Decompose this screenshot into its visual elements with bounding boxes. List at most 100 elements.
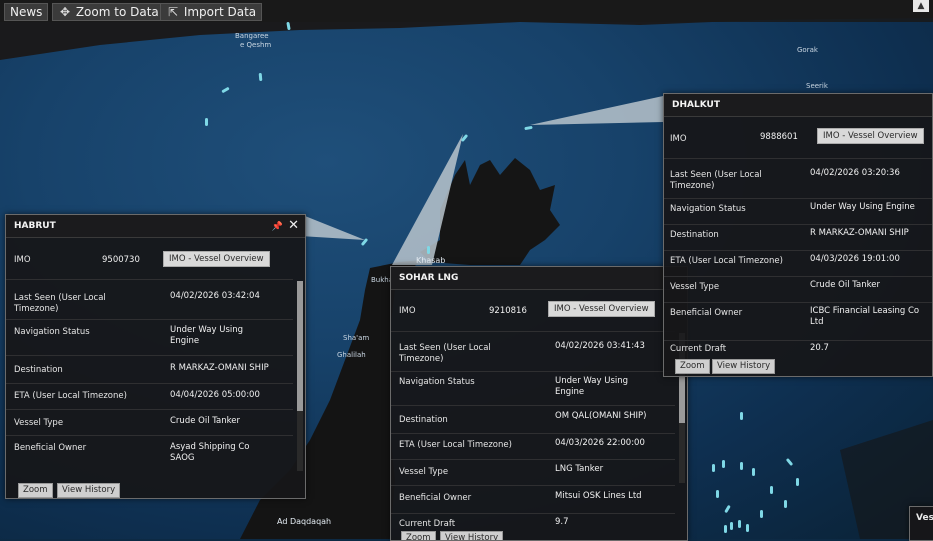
vessel-marker-icon[interactable] (258, 72, 263, 82)
vessel-marker-icon[interactable] (427, 246, 430, 254)
zoom-to-data-button[interactable]: ✥ Zoom to Data (52, 3, 165, 21)
vessel-type-value: LNG Tanker (555, 464, 604, 474)
panel-header: HABRUT 📌 ✕ (6, 215, 305, 238)
vessel-marker-icon[interactable] (770, 486, 773, 494)
field-eta: ETA (User Local Timezone) 04/03/2026 19:… (664, 252, 932, 277)
vessel-marker-icon[interactable] (716, 490, 719, 498)
place-label-bangaree: Bangaree (235, 32, 269, 40)
place-label-ad-daqdaqah: Ad Daqdaqah (277, 517, 332, 526)
field-destination: Destination OM QAL(OMANI SHIP) (391, 407, 675, 434)
eta-value: 04/03/2026 22:00:00 (555, 438, 645, 448)
panel-title: DHALKUT (672, 100, 720, 110)
field-label: IMO (399, 306, 416, 316)
draft-value: 9.7 (555, 517, 569, 527)
panel-title: Ves (916, 513, 933, 523)
field-draft: Current Draft 20.7 (664, 342, 932, 352)
field-label: Navigation Status (14, 327, 90, 337)
place-label-gorak: Gorak (797, 46, 818, 54)
field-label: ETA (User Local Timezone) (670, 256, 783, 266)
field-label: Beneficial Owner (14, 443, 87, 453)
field-label: Last Seen (User Local Timezone) (399, 343, 491, 364)
last-seen-value: 04/02/2026 03:20:36 (810, 168, 900, 178)
vessel-marker-icon[interactable] (740, 412, 743, 420)
eta-value: 04/03/2026 19:01:00 (810, 254, 900, 264)
field-label: Beneficial Owner (670, 308, 743, 318)
owner-value: ICBC Financial Leasing Co Ltd (810, 306, 920, 327)
vessel-type-value: Crude Oil Tanker (810, 280, 880, 290)
vessel-marker-icon[interactable] (746, 524, 749, 532)
import-data-label: Import Data (183, 5, 257, 19)
field-label: Destination (670, 230, 719, 240)
callout-dhalkut (530, 96, 663, 125)
field-label: Vessel Type (14, 418, 64, 428)
field-draft: Current Draft 9.7 (391, 515, 675, 529)
vessel-marker-icon[interactable] (712, 464, 715, 472)
vessel-overview-button[interactable]: IMO - Vessel Overview (817, 128, 924, 144)
expand-icon[interactable]: ▲ (913, 0, 929, 12)
owner-value: Asyad Shipping Co SAOG (170, 442, 250, 463)
field-label: Last Seen (User Local Timezone) (670, 170, 762, 191)
vessel-marker-icon[interactable] (760, 510, 763, 518)
imo-value: 9210816 (489, 306, 527, 316)
news-label: News (10, 5, 43, 19)
destination-value: R MARKAZ-OMANI SHIP (170, 363, 269, 373)
vessel-marker-icon[interactable] (724, 525, 727, 533)
import-icon: ⇱ (167, 5, 179, 19)
field-nav-status: Navigation Status Under Way Using Engine (664, 200, 932, 225)
field-label: ETA (User Local Timezone) (14, 391, 127, 401)
field-eta: ETA (User Local Timezone) 04/03/2026 22:… (391, 435, 675, 460)
vessel-marker-icon[interactable] (752, 468, 755, 476)
view-history-button[interactable]: View History (712, 359, 776, 374)
panel-header: SOHAR LNG (391, 267, 687, 290)
vessel-marker-icon[interactable] (730, 522, 733, 530)
vessel-marker-icon[interactable] (205, 118, 208, 126)
scrollbar[interactable] (297, 281, 303, 471)
view-history-button[interactable]: View History (440, 531, 504, 540)
vessel-marker-icon[interactable] (796, 478, 799, 486)
field-eta: ETA (User Local Timezone) 04/04/2026 05:… (6, 385, 293, 410)
destination-value: R MARKAZ-OMANI SHIP (810, 228, 909, 238)
vessel-overview-button[interactable]: IMO - Vessel Overview (548, 301, 655, 317)
vessel-marker-icon[interactable] (722, 460, 725, 468)
field-imo: IMO 9500730 IMO - Vessel Overview (6, 241, 293, 280)
field-label: IMO (14, 255, 31, 265)
zoom-button[interactable]: Zoom (18, 483, 53, 498)
scroll-thumb[interactable] (297, 281, 303, 411)
last-seen-value: 04/02/2026 03:42:04 (170, 291, 260, 301)
field-label: Destination (14, 365, 63, 375)
zoom-button[interactable]: Zoom (401, 531, 436, 540)
eta-value: 04/04/2026 05:00:00 (170, 390, 260, 400)
field-label: Last Seen (User Local Timezone) (14, 293, 106, 314)
field-vessel-type: Vessel Type Crude Oil Tanker (6, 411, 293, 436)
vessel-overview-button[interactable]: IMO - Vessel Overview (163, 251, 270, 267)
field-last-seen: Last Seen (User Local Timezone) 04/02/20… (6, 281, 293, 320)
nav-status-value: Under Way Using Engine (555, 376, 629, 397)
pin-icon[interactable]: 📌 (272, 222, 283, 232)
zoom-to-data-label: Zoom to Data (75, 5, 159, 19)
place-label-seerik: Seerik (806, 82, 828, 90)
close-icon[interactable]: ✕ (288, 218, 299, 233)
field-label: Vessel Type (670, 282, 720, 292)
field-imo: IMO 9210816 IMO - Vessel Overview (391, 293, 675, 332)
vessel-marker-icon[interactable] (738, 520, 741, 528)
field-destination: Destination R MARKAZ-OMANI SHIP (6, 357, 293, 384)
field-last-seen: Last Seen (User Local Timezone) 04/02/20… (664, 160, 932, 199)
zoom-button[interactable]: Zoom (675, 359, 710, 374)
field-label: Destination (399, 415, 448, 425)
import-data-button[interactable]: ⇱ Import Data (160, 3, 263, 21)
panel-title: HABRUT (14, 221, 56, 231)
news-button[interactable]: News (4, 3, 49, 21)
field-owner: Beneficial Owner Asyad Shipping Co SAOG (6, 437, 293, 471)
field-label: Current Draft (670, 344, 727, 352)
vessel-marker-icon[interactable] (740, 462, 743, 470)
view-history-button[interactable]: View History (57, 483, 121, 498)
field-nav-status: Navigation Status Under Way Using Engine (6, 321, 293, 356)
vessel-marker-icon[interactable] (784, 500, 787, 508)
field-owner: Beneficial Owner ICBC Financial Leasing … (664, 304, 932, 341)
crosshair-icon: ✥ (59, 5, 71, 19)
place-label-shaam: Sha'am (343, 334, 370, 342)
field-vessel-type: Vessel Type LNG Tanker (391, 461, 675, 486)
place-label-khasab: Khasab (416, 256, 446, 265)
field-owner: Beneficial Owner Mitsui OSK Lines Ltd (391, 487, 675, 514)
place-label-e-qeshm: e Qeshm (240, 41, 272, 49)
